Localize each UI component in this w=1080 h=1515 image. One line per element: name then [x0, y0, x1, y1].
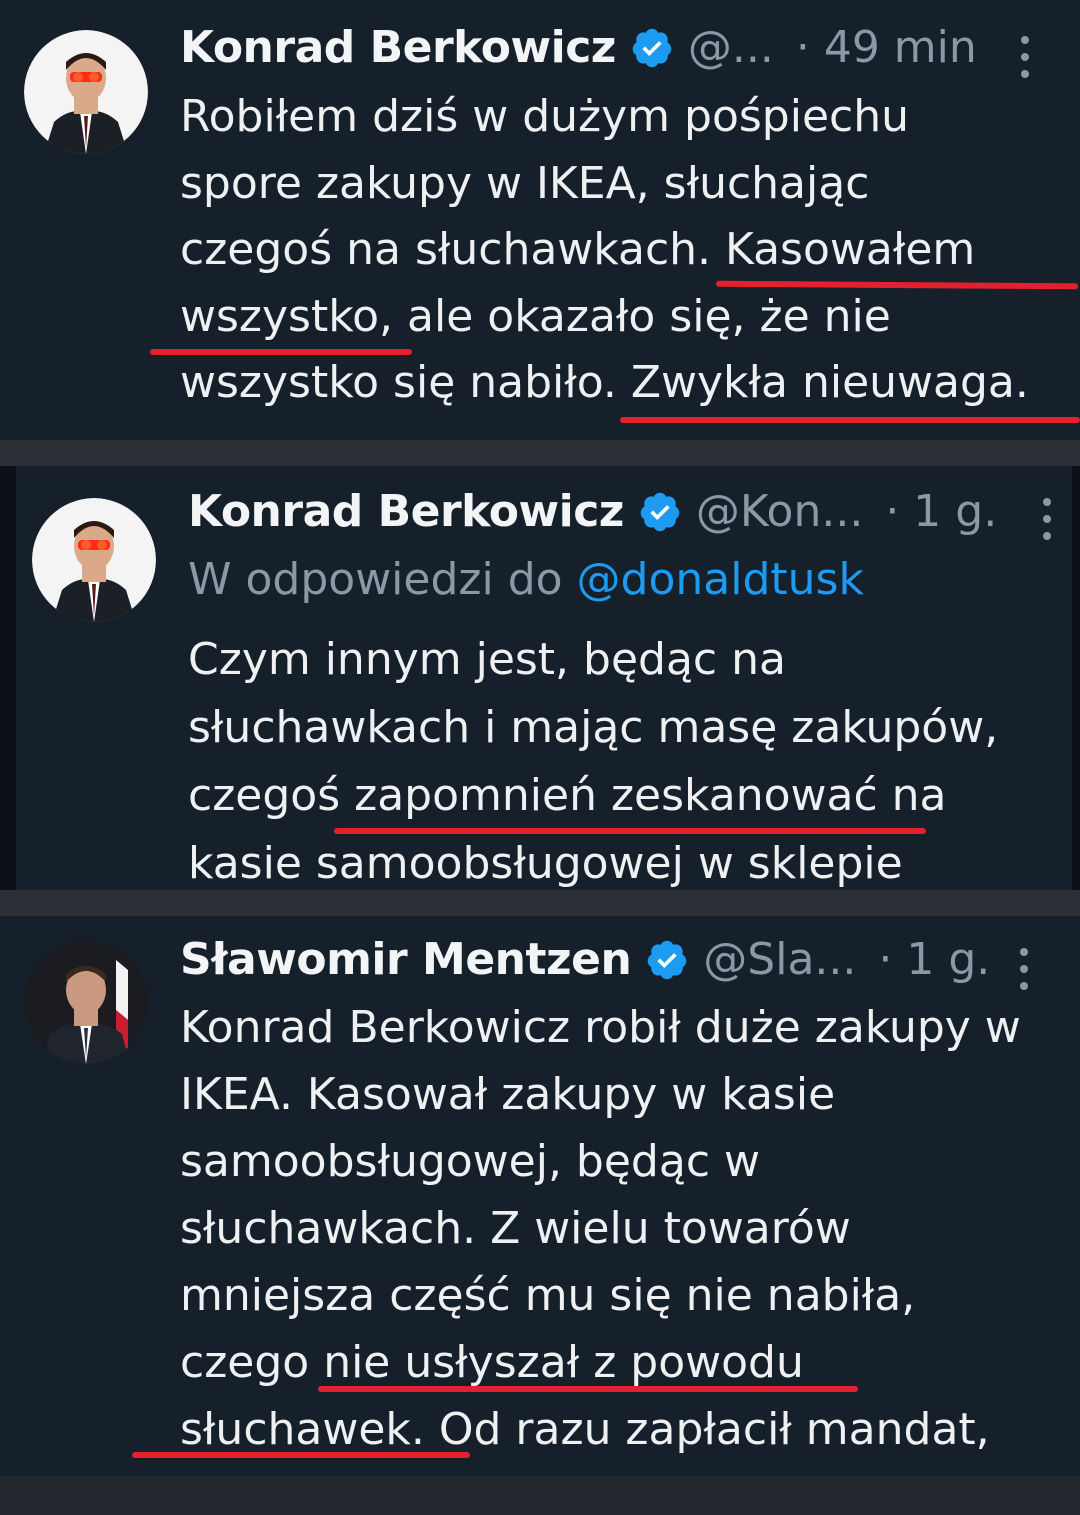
annotation-underline — [150, 349, 412, 355]
tweet-text-line: samoobsługowej, będąc w — [180, 1136, 760, 1187]
avatar[interactable] — [24, 30, 148, 154]
annotation-underline — [132, 1452, 470, 1458]
tweet-text-line: wszystko, ale okazało się, że nie — [180, 290, 891, 342]
author-name[interactable]: Konrad Berkowicz — [188, 486, 624, 538]
tweet-text-line: słuchawkach. Z wielu towarów — [180, 1203, 851, 1254]
tweet-text-line: słuchawkach i mając masę zakupów, — [188, 702, 999, 753]
verified-badge-icon — [640, 492, 680, 532]
annotation-underline — [318, 1386, 858, 1392]
reply-context: W odpowiedzi do @donaldtusk — [188, 554, 864, 605]
tweet-text-line: mniejsza część mu się nie nabiła, — [180, 1270, 916, 1321]
avatar[interactable] — [24, 940, 148, 1064]
tweet-text-line: Robiłem dziś w dużym pośpiechu — [180, 91, 909, 142]
more-options-icon[interactable] — [1019, 36, 1031, 78]
divider — [0, 890, 1080, 916]
timestamp[interactable]: · 49 min — [796, 22, 977, 74]
timestamp[interactable]: · 1 g. — [878, 934, 990, 986]
timestamp[interactable]: · 1 g. — [885, 486, 997, 538]
divider — [0, 440, 1080, 466]
bottom-bar — [0, 1476, 1080, 1515]
tweet-text-line: czegoś na słuchawkach. Kasowałem — [180, 224, 976, 275]
author-name[interactable]: Konrad Berkowicz — [180, 22, 616, 74]
tweet-text-line: Czym innym jest, będąc na — [188, 634, 786, 685]
avatar[interactable] — [32, 498, 156, 622]
tweet-text-line: spore zakupy w IKEA, słuchając — [180, 157, 870, 209]
more-options-icon[interactable] — [1041, 498, 1053, 540]
verified-badge-icon — [632, 28, 672, 68]
annotation-underline — [334, 828, 926, 834]
tweet-body: Robiłem dziś w dużym pośpiechu spore zak… — [180, 84, 1029, 417]
tweet-text-line: kasie samoobsługowej w sklepie — [188, 838, 903, 889]
more-options-icon[interactable] — [1018, 948, 1030, 990]
tweet-3[interactable]: Sławomir Mentzen @Sla... · 1 g. Konrad B… — [0, 916, 1080, 1476]
author-handle[interactable]: @... — [688, 22, 774, 74]
verified-badge-icon — [648, 940, 687, 980]
annotation-underline — [620, 417, 1080, 423]
author-handle[interactable]: @Kon... — [696, 486, 863, 538]
tweet-text-line: IKEA. Kasował zakupy w kasie — [180, 1069, 836, 1120]
reply-mention-link[interactable]: @donaldtusk — [577, 554, 864, 605]
tweet-text-line: wszystko się nabiło. Zwykła nieuwaga. — [180, 357, 1029, 408]
tweet-text-line: czegoś zapomnień zeskanować na — [188, 770, 947, 821]
tweet-header: Sławomir Mentzen @Sla... · 1 g. — [180, 934, 990, 986]
tweet-1[interactable]: Konrad Berkowicz @... · 49 min Robiłem d… — [0, 0, 1080, 440]
tweet-header: Konrad Berkowicz @... · 49 min — [180, 22, 977, 74]
tweet-body: Czym innym jest, będąc na słuchawkach i … — [188, 626, 998, 898]
tweet-2[interactable]: Konrad Berkowicz @Kon... · 1 g. W odpowi… — [16, 466, 1072, 890]
reply-prefix: W odpowiedzi do — [188, 554, 577, 605]
author-name[interactable]: Sławomir Mentzen — [180, 934, 632, 986]
tweet-text-line: Konrad Berkowicz robił duże zakupy w — [180, 1002, 1021, 1053]
author-handle[interactable]: @Sla... — [703, 934, 856, 986]
tweet-header: Konrad Berkowicz @Kon... · 1 g. — [188, 486, 997, 538]
tweet-body: Konrad Berkowicz robił duże zakupy w IKE… — [180, 994, 1021, 1463]
